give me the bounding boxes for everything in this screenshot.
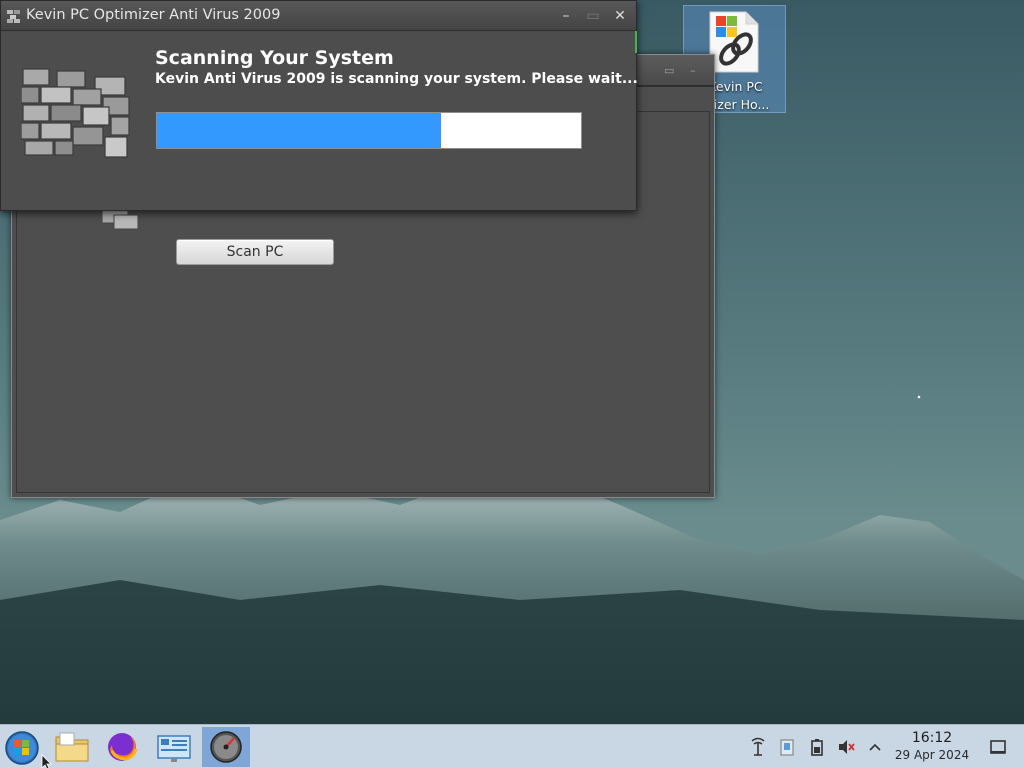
volume-muted-icon[interactable]: [836, 737, 856, 757]
scan-message: Kevin Anti Virus 2009 is scanning your s…: [155, 71, 638, 87]
close-button[interactable]: ✕: [609, 5, 631, 27]
start-orb-icon: [5, 731, 39, 765]
scan-pc-button[interactable]: Scan PC: [176, 239, 334, 265]
control-panel-icon: [157, 735, 191, 762]
start-button[interactable]: [0, 727, 44, 767]
taskbar-file-manager[interactable]: [50, 727, 94, 767]
clipboard-icon[interactable]: [777, 737, 797, 757]
scan-heading: Scanning Your System: [155, 47, 394, 69]
window-accent-edge: [635, 31, 637, 53]
main-window-close-icon[interactable]: –: [690, 64, 704, 77]
linked-document-icon: [709, 11, 759, 73]
taskbar-control-panel[interactable]: [152, 727, 196, 767]
dialog-title: Kevin PC Optimizer Anti Virus 2009: [26, 7, 281, 23]
network-icon[interactable]: [748, 737, 768, 757]
battery-icon[interactable]: [807, 737, 827, 757]
mouse-cursor-icon: [41, 754, 52, 768]
main-window-maximize-icon[interactable]: ▭: [664, 64, 678, 77]
taskbar-optimizer-app[interactable]: [202, 727, 250, 767]
file-manager-icon: [55, 732, 89, 762]
taskbar: 16:12 29 Apr 2024: [0, 724, 1024, 768]
scan-progress-fill: [157, 113, 442, 148]
clock-date[interactable]: 29 Apr 2024: [890, 748, 974, 762]
dialog-titlebar[interactable]: Kevin PC Optimizer Anti Virus 2009 – ▭ ✕: [1, 1, 636, 31]
firewall-brick-icon: [21, 68, 130, 158]
show-desktop-icon[interactable]: [988, 737, 1008, 757]
app-wall-icon: [7, 10, 20, 23]
tray-expand-icon[interactable]: [865, 737, 885, 757]
maximize-button[interactable]: ▭: [582, 5, 604, 27]
minimize-button[interactable]: –: [555, 5, 577, 27]
clock-time[interactable]: 16:12: [896, 730, 968, 746]
taskbar-firefox[interactable]: [100, 727, 144, 767]
scanning-dialog: Kevin PC Optimizer Anti Virus 2009 – ▭ ✕…: [0, 0, 638, 211]
firefox-icon: [108, 733, 138, 761]
optimizer-app-icon: [210, 731, 242, 763]
scan-progress-bar: [156, 112, 582, 149]
